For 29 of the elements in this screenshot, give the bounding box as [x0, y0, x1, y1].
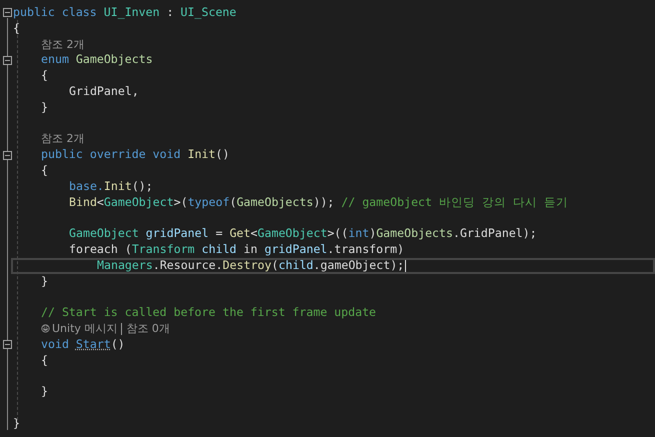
code-line: {	[41, 352, 48, 368]
fold-toggle-icon[interactable]	[3, 340, 12, 350]
code-line: public override void Init()	[41, 147, 230, 163]
code-line: base.Init();	[69, 178, 153, 195]
code-line: GridPanel,	[69, 84, 139, 100]
code-line: enum GameObjects	[41, 52, 153, 68]
code-line: public class UI_Inven : UI_Scene	[13, 5, 236, 21]
code-line: }	[41, 100, 48, 116]
code-line: // Start is called before the first frame update	[41, 305, 376, 321]
code-line: Bind<GameObject>(typeof(GameObjects)); // gameObject 바인딩 강의 다시 듣기	[69, 194, 568, 210]
code-line: }	[13, 416, 20, 432]
fold-toggle-icon[interactable]	[3, 56, 12, 65]
code-line: foreach (Transform child in gridPanel.transform)	[69, 242, 404, 258]
code-line: Managers.Resource.Destroy(child.gameObject);	[97, 258, 404, 274]
fold-toggle-icon[interactable]	[3, 8, 12, 18]
code-line: }	[41, 274, 48, 290]
text-cursor	[405, 259, 406, 272]
code-line: }	[41, 384, 48, 400]
code-line: void Start()	[41, 336, 125, 353]
codelens-link[interactable]: Unity 메시지	[52, 320, 118, 337]
fold-toggle-icon[interactable]	[3, 150, 12, 160]
code-line: {	[41, 162, 48, 179]
codelens-link[interactable]: 참조 2개	[41, 131, 84, 148]
codelens-link[interactable]: 참조 2개	[41, 36, 84, 52]
code-line: {	[13, 20, 20, 37]
cube-logo-icon	[41, 324, 50, 334]
code-line: {	[41, 68, 48, 84]
codelens-link[interactable]: 참조 0개	[126, 320, 170, 337]
code-line: GameObject gridPanel = Get<GameObject>((int)GameObjects.GridPanel);	[69, 226, 537, 242]
